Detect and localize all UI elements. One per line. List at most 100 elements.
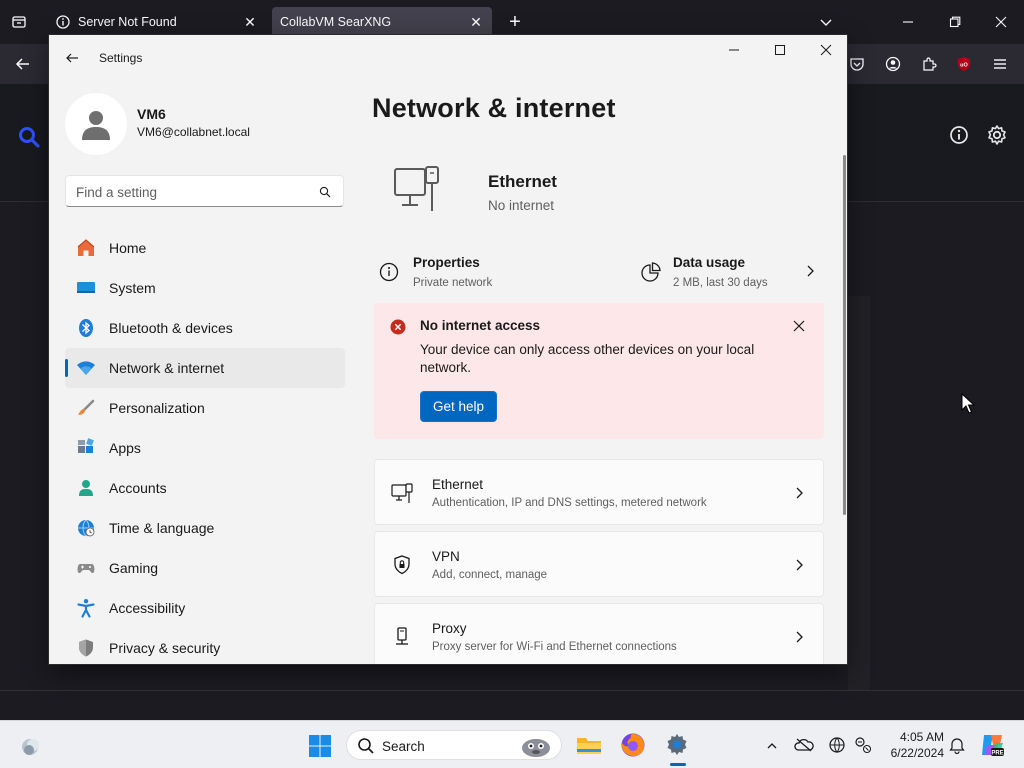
- extensions-icon[interactable]: [918, 54, 940, 74]
- nav-label: Privacy & security: [109, 640, 221, 656]
- card-vpn[interactable]: VPN Add, connect, manage: [374, 531, 824, 597]
- network-status-icon[interactable]: [852, 735, 874, 755]
- settings-titlebar: Settings: [49, 35, 847, 81]
- nav-item-bluetooth[interactable]: Bluetooth & devices: [65, 308, 345, 348]
- nav-label: Home: [109, 240, 147, 256]
- taskbar-search[interactable]: Search: [346, 730, 562, 760]
- chevron-up-icon[interactable]: [762, 736, 782, 756]
- card-subtitle: Proxy server for Wi-Fi and Ethernet conn…: [432, 641, 677, 653]
- ethernet-status: No internet: [488, 198, 555, 213]
- search-icon[interactable]: [16, 124, 42, 150]
- notification-bell-icon[interactable]: [946, 735, 968, 755]
- search-highlight-image: [519, 734, 553, 758]
- find-setting-search[interactable]: [65, 175, 344, 207]
- tab-list-icon[interactable]: [8, 12, 30, 32]
- card-subtitle: Add, connect, manage: [432, 569, 548, 581]
- settings-window: Settings VM6 VM6@collabnet.local Home: [48, 34, 848, 665]
- nav-item-time-language[interactable]: Time & language: [65, 508, 345, 548]
- new-tab-button[interactable]: +: [504, 11, 526, 33]
- onedrive-icon[interactable]: [792, 735, 816, 755]
- search-icon: [317, 184, 333, 200]
- close-tab-icon[interactable]: ✕: [240, 14, 260, 31]
- tab-server-not-found[interactable]: Server Not Found ✕: [44, 7, 266, 37]
- ublock-icon[interactable]: uO: [954, 54, 974, 74]
- tab-label: CollabVM SearXNG: [280, 15, 392, 29]
- data-usage-link[interactable]: Data usage: [673, 255, 745, 270]
- nav-item-home[interactable]: Home: [65, 228, 345, 268]
- close-tab-icon[interactable]: ✕: [466, 14, 486, 31]
- pocket-icon[interactable]: [846, 54, 868, 74]
- widgets-weather-icon[interactable]: [18, 733, 44, 759]
- accounts-icon: [75, 477, 97, 499]
- accessibility-icon: [75, 597, 97, 619]
- nav-item-gaming[interactable]: Gaming: [65, 548, 345, 588]
- nav-item-accessibility[interactable]: Accessibility: [65, 588, 345, 628]
- nav-label: System: [109, 280, 156, 296]
- proxy-icon: [391, 626, 413, 648]
- info-icon: [378, 261, 400, 283]
- nav-item-apps[interactable]: Apps: [65, 428, 345, 468]
- search-icon: [357, 737, 375, 755]
- search-input[interactable]: [76, 182, 306, 202]
- system-icon: [75, 277, 97, 299]
- gamepad-icon: [75, 557, 97, 579]
- apps-icon: [75, 437, 97, 459]
- nav-item-privacy[interactable]: Privacy & security: [65, 628, 345, 664]
- nav-item-accounts[interactable]: Accounts: [65, 468, 345, 508]
- chevron-down-icon[interactable]: [816, 12, 836, 32]
- language-globe-icon[interactable]: [826, 735, 848, 755]
- restore-icon[interactable]: [943, 12, 967, 32]
- tab-collabvm-searxng[interactable]: CollabVM SearXNG ✕: [272, 7, 492, 37]
- card-title: Ethernet: [432, 477, 484, 492]
- clock[interactable]: 4:05 AM 6/22/2024: [874, 729, 944, 761]
- about-info-icon[interactable]: [946, 122, 972, 148]
- svg-text:PRE: PRE: [991, 751, 1003, 757]
- info-icon: [56, 15, 70, 29]
- properties-datausage-row: Properties Private network Data usage 2 …: [374, 247, 824, 299]
- card-proxy[interactable]: Proxy Proxy server for Wi-Fi and Etherne…: [374, 603, 824, 664]
- close-icon[interactable]: [790, 317, 808, 335]
- properties-link[interactable]: Properties: [413, 255, 480, 270]
- taskbar: Search 4:05 AM 6/22/2024 PRE: [0, 720, 1024, 768]
- nav-label: Time & language: [109, 520, 215, 536]
- error-icon: [390, 319, 406, 335]
- close-icon[interactable]: [803, 35, 847, 65]
- preferences-gear-icon[interactable]: [984, 122, 1010, 148]
- settings-gear-icon[interactable]: [662, 730, 692, 760]
- alert-title: No internet access: [420, 318, 541, 333]
- nav-item-network[interactable]: Network & internet: [65, 348, 345, 388]
- ethernet-icon: [391, 482, 413, 504]
- minimize-icon[interactable]: [711, 35, 757, 65]
- home-icon: [75, 237, 97, 259]
- nav-item-personalization[interactable]: Personalization: [65, 388, 345, 428]
- chevron-right-icon[interactable]: [802, 263, 818, 279]
- back-arrow-icon[interactable]: [12, 54, 34, 74]
- properties-subtitle: Private network: [413, 277, 493, 289]
- card-ethernet[interactable]: Ethernet Authentication, IP and DNS sett…: [374, 459, 824, 525]
- page-title: Network & internet: [372, 93, 616, 123]
- alert-text: Your device can only access other device…: [420, 342, 755, 375]
- nav-item-system[interactable]: System: [65, 268, 345, 308]
- back-arrow-icon[interactable]: [63, 49, 81, 67]
- active-app-indicator: [670, 763, 686, 766]
- close-icon[interactable]: [989, 12, 1013, 32]
- vpn-shield-icon: [391, 554, 413, 576]
- hamburger-menu-icon[interactable]: [990, 54, 1010, 74]
- scrollbar[interactable]: [843, 155, 846, 515]
- clock-time: 4:05 AM: [899, 730, 944, 744]
- firefox-icon[interactable]: [618, 730, 648, 760]
- maximize-icon[interactable]: [757, 35, 803, 65]
- ethernet-hero-icon: [392, 165, 442, 215]
- file-explorer-icon[interactable]: [574, 731, 604, 759]
- minimize-icon[interactable]: [896, 12, 920, 32]
- shield-icon: [75, 637, 97, 659]
- results-panel-edge: [848, 296, 870, 696]
- chevron-right-icon: [791, 557, 807, 573]
- avatar[interactable]: [65, 93, 127, 155]
- profile-name: VM6: [137, 106, 166, 122]
- pie-chart-icon: [640, 261, 662, 283]
- account-icon[interactable]: [882, 54, 904, 74]
- start-windows-icon[interactable]: [306, 732, 334, 760]
- copilot-icon[interactable]: PRE: [978, 731, 1006, 759]
- get-help-button[interactable]: Get help: [420, 391, 497, 422]
